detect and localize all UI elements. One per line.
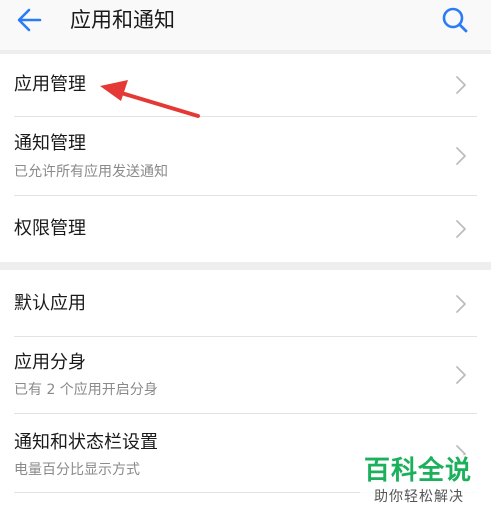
chevron-right-icon [456,366,466,384]
item-subtitle: 电量百分比显示方式 [14,462,140,478]
item-label: 默认应用 [14,293,86,314]
item-label: 应用分身 [14,352,86,373]
chevron-right-icon [456,295,466,313]
app-bar: 应用和通知 [0,0,491,50]
section-gap [0,262,491,270]
settings-group-1: 应用管理 通知管理 已允许所有应用发送通知 权限管理 [0,54,491,262]
item-label: 权限管理 [14,218,86,239]
search-icon[interactable] [440,6,470,34]
watermark-title: 百科全说 [364,456,473,486]
list-item-app-twin[interactable]: 应用分身 已有 2 个应用开启分身 [0,337,491,413]
page-title: 应用和通知 [70,8,175,32]
list-item-default-apps[interactable]: 默认应用 [0,270,491,336]
chevron-right-icon [456,220,466,238]
item-label: 应用管理 [14,74,86,95]
chevron-right-icon [456,147,466,165]
list-item-app-management[interactable]: 应用管理 [0,54,491,116]
chevron-right-icon [456,76,466,94]
item-subtitle: 已有 2 个应用开启分身 [14,382,158,398]
watermark-subtitle: 助你轻松解决 [374,489,464,505]
watermark-logo: 百科全说 助你轻松解决 [360,455,491,515]
item-label: 通知管理 [14,133,86,154]
item-label: 通知和状态栏设置 [14,432,158,453]
list-item-notification-management[interactable]: 通知管理 已允许所有应用发送通知 [0,117,491,195]
list-item-permission-management[interactable]: 权限管理 [0,196,491,262]
item-subtitle: 已允许所有应用发送通知 [14,164,168,180]
back-arrow-icon[interactable] [14,6,46,34]
